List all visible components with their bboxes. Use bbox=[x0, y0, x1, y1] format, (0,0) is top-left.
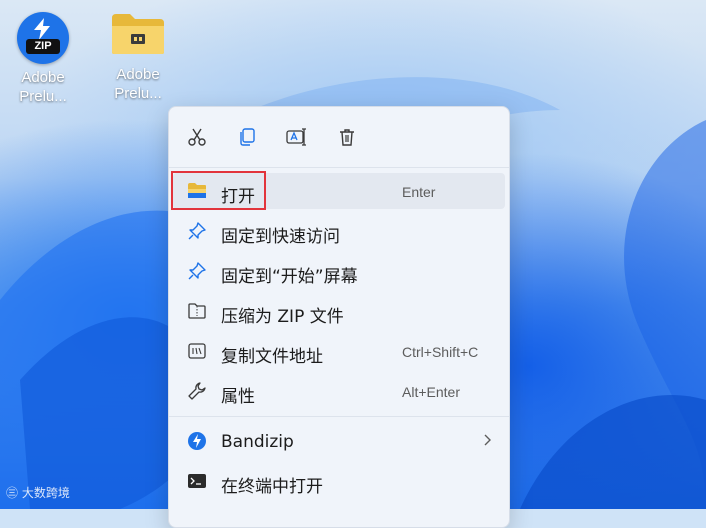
menu-item-shortcut: Alt+Enter bbox=[402, 384, 460, 400]
menu-item-label: 固定到快速访问 bbox=[221, 227, 340, 247]
menu-item-shortcut: Ctrl+Shift+C bbox=[402, 344, 479, 360]
watermark-logo-icon: ㊂ bbox=[6, 486, 19, 500]
copy-path-icon bbox=[188, 343, 206, 359]
desktop-icon-label: Adobe Prelu... bbox=[114, 66, 162, 102]
pin-icon bbox=[188, 222, 206, 240]
menu-item-label: 在终端中打开 bbox=[221, 477, 323, 497]
zip-badge-text: ZIP bbox=[26, 39, 60, 54]
menu-item-copy-path[interactable]: 复制文件地址 Ctrl+Shift+C bbox=[173, 333, 505, 369]
watermark: ㊂ 大数跨境 bbox=[6, 484, 70, 501]
menu-item-label: 属性 bbox=[221, 387, 255, 407]
terminal-icon bbox=[188, 474, 206, 488]
delete-button[interactable] bbox=[333, 123, 361, 151]
desktop-icon-folder[interactable]: Adobe Prelu... bbox=[106, 12, 170, 103]
cut-icon bbox=[188, 128, 206, 146]
menu-item-pin-quick-access[interactable]: 固定到快速访问 bbox=[173, 213, 505, 249]
rename-icon bbox=[286, 128, 306, 146]
zip-folder-icon bbox=[188, 303, 206, 319]
pin-icon bbox=[188, 262, 206, 280]
desktop-icon-zip[interactable]: ZIP Adobe Prelu... bbox=[11, 12, 75, 106]
watermark-text: 大数跨境 bbox=[21, 486, 70, 500]
menu-item-label: 压缩为 ZIP 文件 bbox=[221, 307, 344, 327]
menu-item-open-in-terminal[interactable]: 在终端中打开 bbox=[173, 463, 505, 499]
menu-item-properties[interactable]: 属性 Alt+Enter bbox=[173, 373, 505, 409]
menu-item-label: 固定到“开始”屏幕 bbox=[221, 267, 358, 287]
menu-item-pin-start[interactable]: 固定到“开始”屏幕 bbox=[173, 253, 505, 289]
menu-item-shortcut: Enter bbox=[402, 184, 436, 200]
bandizip-icon bbox=[188, 432, 206, 450]
menu-item-compress-zip[interactable]: 压缩为 ZIP 文件 bbox=[173, 293, 505, 329]
chevron-right-icon bbox=[484, 434, 491, 446]
menu-item-label: Bandizip bbox=[221, 432, 294, 452]
context-menu: 打开 Enter 固定到快速访问 固定到“开始”屏幕 压缩为 ZIP 文件 复制… bbox=[168, 106, 510, 528]
delete-icon bbox=[340, 129, 354, 146]
menu-item-label: 复制文件地址 bbox=[221, 347, 323, 367]
zip-archive-icon: ZIP bbox=[17, 12, 69, 64]
context-menu-toolbar bbox=[169, 107, 509, 167]
annotation-highlight-box bbox=[171, 171, 266, 210]
folder-icon bbox=[112, 14, 164, 54]
wrench-icon bbox=[188, 382, 206, 400]
menu-separator bbox=[169, 167, 509, 168]
menu-item-bandizip[interactable]: Bandizip bbox=[173, 423, 505, 459]
cut-button[interactable] bbox=[183, 123, 211, 151]
copy-icon bbox=[240, 128, 255, 146]
rename-button[interactable] bbox=[283, 123, 311, 151]
desktop-icon-label: Adobe Prelu... bbox=[19, 69, 67, 105]
copy-button[interactable] bbox=[233, 123, 261, 151]
menu-separator bbox=[169, 416, 509, 417]
